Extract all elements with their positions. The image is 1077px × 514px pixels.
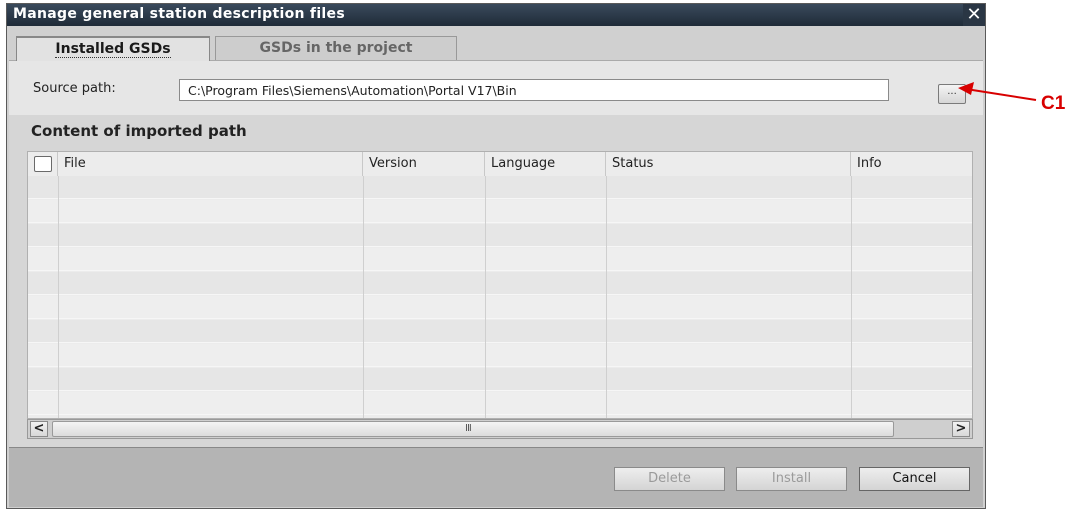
content-section: Content of imported path File Version La… xyxy=(9,115,983,447)
column-header-file[interactable]: File xyxy=(58,152,363,176)
column-header-info[interactable]: Info xyxy=(851,152,972,176)
source-path-input[interactable] xyxy=(179,79,889,101)
annotation-label: C1 xyxy=(1041,93,1066,114)
content-heading: Content of imported path xyxy=(31,122,247,140)
column-header-version[interactable]: Version xyxy=(363,152,485,176)
scroll-left-icon[interactable]: < xyxy=(30,421,48,437)
table-row[interactable] xyxy=(28,200,972,223)
delete-button[interactable]: Delete xyxy=(614,467,725,491)
install-button[interactable]: Install xyxy=(736,467,847,491)
scroll-right-icon[interactable]: > xyxy=(952,421,970,437)
table-row[interactable] xyxy=(28,176,972,199)
scrollbar-thumb[interactable]: III xyxy=(52,421,894,437)
close-icon[interactable]: ✕ xyxy=(963,4,985,26)
table-row[interactable] xyxy=(28,320,972,343)
title-bar: Manage general station description files… xyxy=(7,4,985,26)
table-row[interactable] xyxy=(28,224,972,247)
column-header-language[interactable]: Language xyxy=(485,152,606,176)
table-header: File Version Language Status Info xyxy=(28,152,972,177)
table-row[interactable] xyxy=(28,272,972,295)
table-row[interactable] xyxy=(28,344,972,367)
dialog-footer: Delete Install Cancel xyxy=(9,447,983,507)
horizontal-scrollbar[interactable]: < III > xyxy=(27,419,973,439)
column-divider xyxy=(58,176,59,418)
column-header-status[interactable]: Status xyxy=(606,152,851,176)
source-path-label: Source path: xyxy=(33,81,116,96)
tab-installed-gsds[interactable]: Installed GSDs xyxy=(16,36,210,61)
select-all-cell xyxy=(28,152,58,176)
table-row[interactable] xyxy=(28,392,972,415)
annotation-arrow-icon xyxy=(958,82,1037,101)
gsd-table[interactable]: File Version Language Status Info xyxy=(27,151,973,419)
dialog-title: Manage general station description files xyxy=(13,6,345,22)
table-row[interactable] xyxy=(28,296,972,319)
tab-installed-label: Installed GSDs xyxy=(55,41,171,58)
column-divider xyxy=(363,176,364,418)
column-divider xyxy=(485,176,486,418)
column-divider xyxy=(851,176,852,418)
cancel-button[interactable]: Cancel xyxy=(859,467,970,491)
source-path-section: Source path: ... xyxy=(9,60,983,116)
tab-gsds-in-project[interactable]: GSDs in the project xyxy=(215,36,457,60)
gsd-dialog: Manage general station description files… xyxy=(6,3,986,509)
table-row[interactable] xyxy=(28,248,972,271)
table-row[interactable] xyxy=(28,368,972,391)
scrollbar-grip-icon: III xyxy=(465,423,472,434)
select-all-checkbox[interactable] xyxy=(34,156,52,172)
column-divider xyxy=(606,176,607,418)
